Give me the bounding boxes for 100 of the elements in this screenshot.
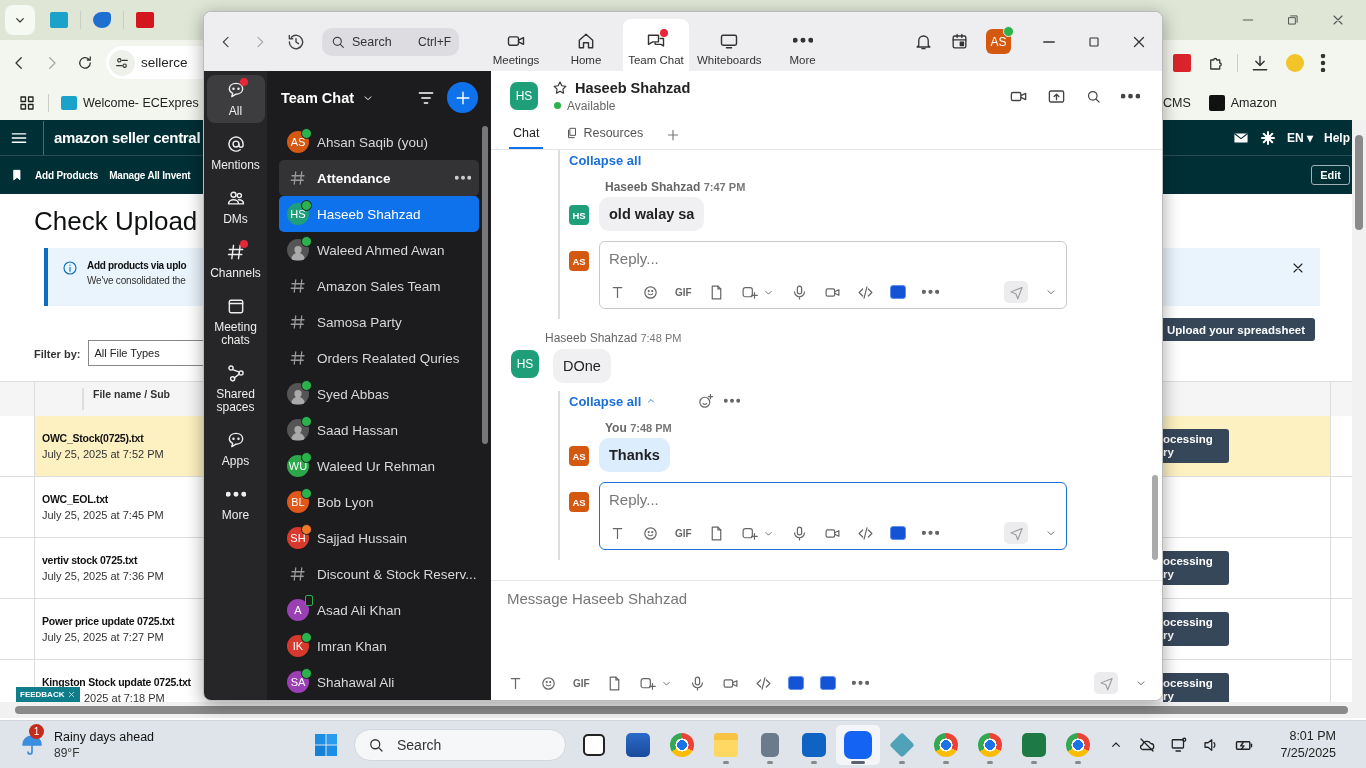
chrome-icon[interactable] xyxy=(670,732,694,757)
sidebar-item[interactable]: Channels xyxy=(206,237,265,285)
chat-item[interactable]: Samosa Party xyxy=(279,304,479,340)
gif-button[interactable]: GIF xyxy=(675,527,692,539)
report-button[interactable]: ocessing ry xyxy=(1163,551,1229,585)
nav-tab[interactable]: More xyxy=(769,19,836,71)
sidebar-item[interactable]: Mentions xyxy=(206,129,265,177)
address-bar[interactable]: sellerce xyxy=(106,46,203,79)
more-icon[interactable] xyxy=(921,289,939,295)
nav-tab[interactable]: Whiteboards xyxy=(693,19,766,71)
code-icon[interactable] xyxy=(856,524,874,542)
star-icon[interactable] xyxy=(552,79,568,96)
help-link[interactable]: Help xyxy=(1324,130,1351,145)
scrollbar[interactable] xyxy=(1152,475,1158,560)
message-field[interactable]: Message Haseeb Shahzad xyxy=(507,590,1148,607)
clip-icon[interactable] xyxy=(787,676,804,690)
extension-icon[interactable] xyxy=(1173,53,1191,72)
more-icon[interactable] xyxy=(921,530,939,536)
nav-link[interactable]: Manage All Invent xyxy=(109,169,191,181)
emoji-icon[interactable] xyxy=(642,524,659,542)
calculator-icon[interactable] xyxy=(761,732,779,757)
site-info-button[interactable] xyxy=(109,49,135,76)
account-avatar[interactable]: AS xyxy=(986,29,1011,54)
nav-tab[interactable]: Meetings xyxy=(483,19,549,71)
chat-tab[interactable]: Resources xyxy=(561,126,648,149)
send-button[interactable] xyxy=(1004,522,1028,544)
scrollbar[interactable] xyxy=(482,126,488,444)
emoji-icon[interactable] xyxy=(540,674,557,692)
sidebar-item[interactable]: All xyxy=(206,75,265,123)
reload-icon[interactable] xyxy=(76,53,94,72)
bookmark[interactable]: Welcome- ECExpres xyxy=(83,95,199,110)
collapse-link[interactable]: Collapse all xyxy=(569,393,658,409)
file-type-select[interactable]: All File Types xyxy=(88,340,203,366)
clip-icon[interactable] xyxy=(889,526,906,540)
bell-icon[interactable] xyxy=(914,32,933,51)
clip-icon[interactable] xyxy=(889,285,906,299)
search-field[interactable]: Search Ctrl+F xyxy=(322,27,459,56)
logo-text[interactable]: amazon seller central xyxy=(54,129,201,146)
nav-link[interactable]: Add Products xyxy=(35,169,99,181)
reply-box[interactable]: Reply... GIF xyxy=(599,482,1067,550)
chat-item[interactable]: HS Haseeb Shahzad xyxy=(279,196,479,232)
chat-item[interactable]: BL Bob Lyon xyxy=(279,484,479,520)
code-icon[interactable] xyxy=(856,283,874,301)
search-field[interactable]: Search xyxy=(354,728,566,761)
bookmark-icon[interactable] xyxy=(10,168,24,182)
chat-item[interactable]: WU Waleed Ur Rehman xyxy=(279,448,479,484)
chrome-icon[interactable] xyxy=(978,732,1002,757)
apps-icon[interactable] xyxy=(18,93,36,112)
menu-icon[interactable] xyxy=(1320,53,1326,72)
sidebar-item[interactable]: More xyxy=(206,479,265,527)
send-button[interactable] xyxy=(1094,672,1118,694)
report-button[interactable]: ocessing ry xyxy=(1163,429,1229,463)
scrollbar[interactable] xyxy=(1352,120,1366,702)
chat-item[interactable]: IK Imran Khan xyxy=(279,628,479,664)
more-icon[interactable] xyxy=(1121,92,1140,100)
more-icon[interactable] xyxy=(851,680,869,686)
url-text[interactable]: sellerce xyxy=(141,55,188,70)
upload-button[interactable]: Upload your spreadsheet xyxy=(1163,318,1316,341)
sidebar-item[interactable]: Meeting chats xyxy=(206,291,265,352)
new-chat-button[interactable] xyxy=(447,82,478,113)
clock-time[interactable]: 8:01 PM xyxy=(1289,729,1336,743)
scrollbar[interactable] xyxy=(0,702,1366,720)
restore-icon[interactable] xyxy=(1286,13,1300,27)
chat-item[interactable]: Orders Realated Quries xyxy=(279,340,479,376)
reply-field[interactable]: Reply... xyxy=(609,248,1058,269)
tab-favicon-icon[interactable] xyxy=(93,12,111,28)
network-icon[interactable] xyxy=(1170,735,1189,754)
chrome-icon[interactable] xyxy=(934,732,958,757)
chat-tab[interactable]: Chat xyxy=(509,126,544,149)
clock-date[interactable]: 7/25/2025 xyxy=(1280,746,1336,760)
emoji-icon[interactable] xyxy=(642,283,659,301)
outlook-icon[interactable] xyxy=(802,732,826,757)
store-icon[interactable] xyxy=(626,732,650,757)
panel-title[interactable]: Team Chat xyxy=(281,89,355,106)
chat-item[interactable]: Discount & Stock Reserv... xyxy=(279,556,479,592)
clip-icon[interactable] xyxy=(819,676,836,690)
table-cell[interactable]: OWC_Stock(0725).txt July 25, 2025 at 7:52 PM xyxy=(34,416,203,476)
chat-item[interactable]: A Asad Ali Khan xyxy=(279,592,479,628)
search-input[interactable]: Search xyxy=(352,34,404,49)
report-button[interactable]: ocessing ry xyxy=(1163,673,1229,702)
zoom-app-icon[interactable] xyxy=(844,730,872,759)
chat-item[interactable]: AS Ahsan Saqib (you) xyxy=(279,124,479,160)
chat-item[interactable]: Saad Hassan xyxy=(279,412,479,448)
gif-button[interactable]: GIF xyxy=(573,677,590,689)
bookmark[interactable]: Amazon xyxy=(1230,95,1277,110)
chat-item[interactable]: SA Shahawal Ali xyxy=(279,664,479,700)
gif-button[interactable]: GIF xyxy=(675,286,692,298)
feedback-button[interactable]: FEEDBACK xyxy=(16,687,81,702)
weather-title[interactable]: Rainy days ahead xyxy=(54,729,155,744)
sidebar-item[interactable]: Shared spaces xyxy=(206,358,265,419)
reply-field[interactable]: Reply... xyxy=(609,489,1058,510)
more-icon[interactable] xyxy=(455,175,471,181)
start-icon[interactable] xyxy=(314,732,338,757)
calendar-icon[interactable] xyxy=(950,32,969,51)
nav-tab[interactable]: Home xyxy=(553,19,619,71)
search-input[interactable]: Search xyxy=(395,735,519,754)
more-icon[interactable] xyxy=(724,398,741,404)
chat-item[interactable]: SH Sajjad Hussain xyxy=(279,520,479,556)
language-menu[interactable]: EN ▾ xyxy=(1287,130,1313,145)
report-button[interactable]: ocessing ry xyxy=(1163,612,1229,646)
